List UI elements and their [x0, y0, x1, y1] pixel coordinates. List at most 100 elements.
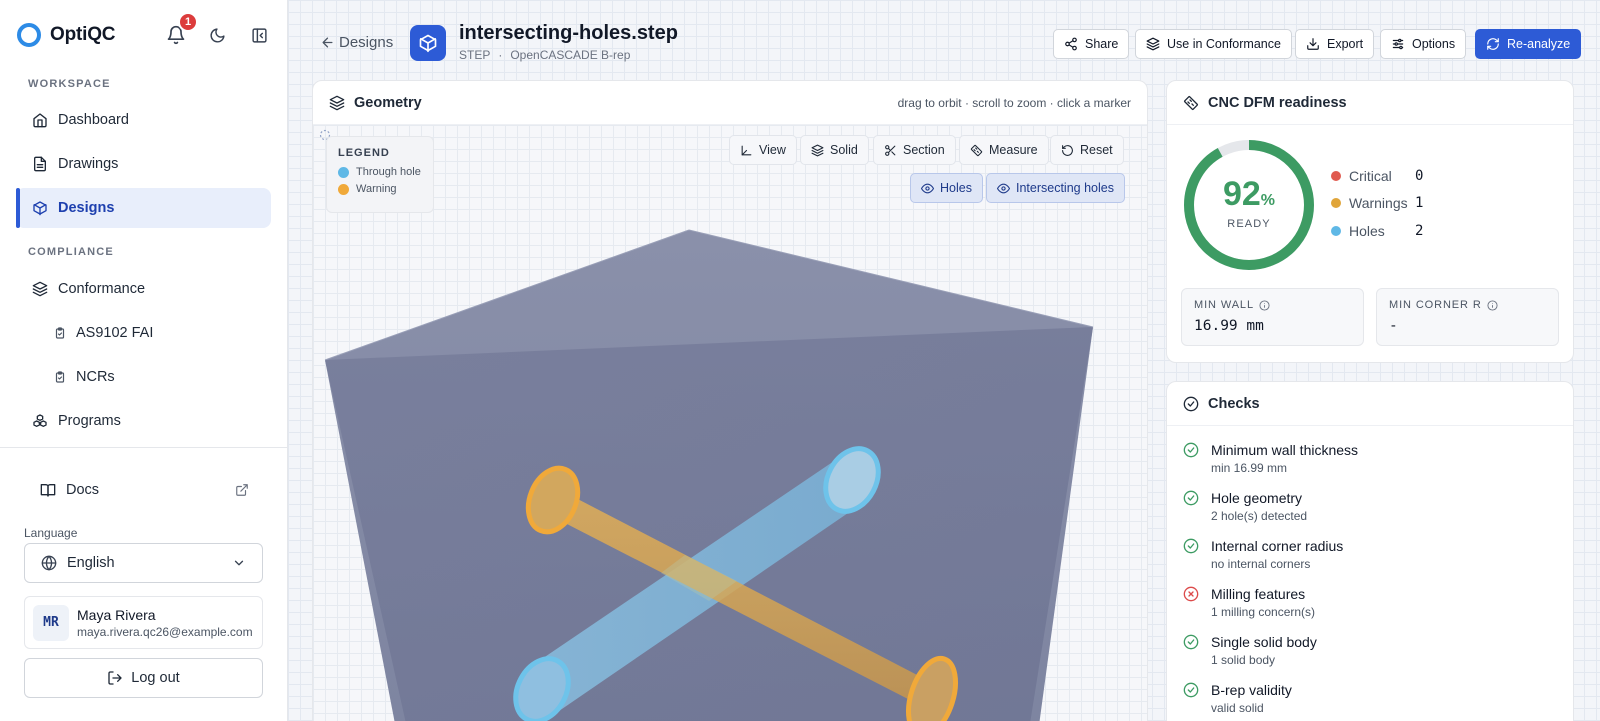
x-circle-icon	[1183, 586, 1199, 619]
3d-model[interactable]	[313, 215, 1148, 721]
share-icon	[1064, 37, 1078, 51]
check-detail: min 16.99 mm	[1211, 461, 1288, 475]
legend-item-through-hole: Through hole	[338, 166, 422, 178]
check-item[interactable]: Minimum wall thickness min 16.99 mm	[1183, 442, 1358, 475]
geometry-panel-header: Geometry drag to orbit · scroll to zoom …	[313, 81, 1147, 125]
logo-icon	[16, 22, 42, 48]
refresh-icon	[1486, 37, 1500, 51]
check-detail: 1 solid body	[1211, 653, 1276, 667]
legend-title: LEGEND	[338, 147, 390, 159]
sidebar-item-label: Programs	[58, 413, 121, 429]
stat-label: Critical	[1349, 168, 1392, 184]
home-icon	[32, 112, 48, 128]
logout-button[interactable]: Log out	[24, 658, 263, 698]
measure-label: Measure	[989, 143, 1038, 157]
globe-icon	[41, 555, 57, 571]
sidebar-item-label: NCRs	[76, 369, 115, 385]
view-button[interactable]: View	[729, 135, 797, 165]
reset-icon	[1061, 144, 1074, 157]
reanalyze-button[interactable]: Re-analyze	[1475, 29, 1582, 59]
sidebar-item-label: Designs	[58, 200, 115, 216]
check-circle-icon	[1183, 634, 1199, 667]
check-item[interactable]: Milling features 1 milling concern(s)	[1183, 586, 1315, 619]
check-text: Minimum wall thickness min 16.99 mm	[1211, 442, 1358, 475]
stat-critical: Critical 0	[1331, 168, 1423, 184]
stat-label: Holes	[1349, 223, 1385, 239]
legend: LEGEND Through hole Warning	[326, 136, 434, 213]
min-wall-metric: MIN WALL 16.99 mm	[1181, 288, 1364, 346]
intersecting-holes-toggle[interactable]: Intersecting holes	[986, 173, 1125, 203]
sidebar-item-dashboard[interactable]: Dashboard	[16, 100, 271, 140]
view-label: View	[759, 143, 786, 157]
theme-toggle-button[interactable]	[203, 21, 231, 49]
info-icon[interactable]	[1487, 299, 1498, 311]
share-button[interactable]: Share	[1053, 29, 1130, 59]
metric-label: MIN CORNER R	[1389, 299, 1546, 311]
cube-icon	[418, 33, 438, 53]
docs-label: Docs	[66, 482, 100, 498]
clipboard-icon	[54, 371, 66, 383]
3d-viewport[interactable]: LEGEND Through hole Warning View Solid S…	[313, 125, 1148, 721]
min-wall-value: 16.99 mm	[1194, 318, 1264, 334]
check-text: B-rep validity valid solid	[1211, 682, 1292, 715]
check-item[interactable]: B-rep validity valid solid	[1183, 682, 1292, 715]
holes-toggle-label: Holes	[940, 181, 972, 195]
options-button[interactable]: Options	[1380, 29, 1467, 59]
external-link-icon	[235, 483, 249, 497]
info-icon[interactable]	[1259, 299, 1270, 311]
scissors-icon	[884, 144, 897, 157]
use-in-conformance-label: Use in Conformance	[1167, 37, 1281, 51]
check-title: Minimum wall thickness	[1211, 442, 1359, 458]
block-front-face	[325, 327, 1093, 721]
sidebar-item-ncrs[interactable]: NCRs	[16, 357, 271, 397]
geometry-title: Geometry	[354, 94, 422, 111]
solid-button[interactable]: Solid	[800, 135, 869, 165]
readiness-score: 92%	[1181, 175, 1317, 214]
score-unit: %	[1260, 192, 1276, 209]
check-text: Milling features 1 milling concern(s)	[1211, 586, 1315, 619]
dfm-readiness-panel: CNC DFM readiness 92% READY Critical 0 W…	[1166, 80, 1574, 363]
language-select[interactable]: English	[24, 543, 263, 583]
docs-link[interactable]: Docs	[24, 470, 263, 510]
collapse-sidebar-button[interactable]	[245, 21, 273, 49]
avatar: MR	[33, 604, 69, 641]
sidebar-item-programs[interactable]: Programs	[16, 401, 271, 441]
check-title: Hole geometry	[1211, 490, 1303, 506]
min-corner-value: -	[1389, 318, 1398, 334]
measure-button[interactable]: Measure	[959, 135, 1049, 165]
check-item[interactable]: Single solid body 1 solid body	[1183, 634, 1317, 667]
check-detail: no internal corners	[1211, 557, 1311, 571]
readiness-gauge: 92% READY	[1181, 137, 1317, 273]
language-label: Language	[24, 526, 78, 540]
min-wall-label: MIN WALL	[1194, 299, 1254, 311]
ruler-icon	[1183, 95, 1199, 111]
section-label-compliance: COMPLIANCE	[28, 246, 114, 258]
check-item[interactable]: Hole geometry 2 hole(s) detected	[1183, 490, 1307, 523]
export-button[interactable]: Export	[1295, 29, 1375, 59]
sidebar-collapse-icon	[251, 27, 268, 44]
ruler-icon	[970, 144, 983, 157]
check-detail: 2 hole(s) detected	[1211, 509, 1308, 523]
sidebar-item-as9102-fai[interactable]: AS9102 FAI	[16, 313, 271, 353]
sliders-icon	[1391, 37, 1405, 51]
geometry-panel: Geometry drag to orbit · scroll to zoom …	[312, 80, 1148, 721]
sidebar-item-designs[interactable]: Designs	[16, 188, 271, 228]
book-icon	[40, 482, 56, 498]
logout-label: Log out	[131, 670, 180, 686]
holes-toggle[interactable]: Holes	[910, 173, 983, 203]
brand[interactable]: OptiQC	[16, 22, 115, 48]
use-in-conformance-button[interactable]: Use in Conformance	[1135, 29, 1292, 59]
reset-button[interactable]: Reset	[1050, 135, 1124, 165]
meta-separator: ·	[498, 48, 503, 62]
section-button[interactable]: Section	[873, 135, 956, 165]
user-card[interactable]: MR Maya Rivera maya.rivera.qc26@example.…	[24, 596, 263, 649]
sidebar-item-conformance[interactable]: Conformance	[16, 269, 271, 309]
check-item[interactable]: Internal corner radius no internal corner…	[1183, 538, 1343, 571]
stat-label: Warnings	[1349, 195, 1408, 211]
stat-holes: Holes 2	[1331, 223, 1423, 239]
sidebar-item-drawings[interactable]: Drawings	[16, 144, 271, 184]
notification-badge: 1	[178, 12, 198, 32]
back-to-designs-link[interactable]: Designs	[320, 34, 393, 51]
check-title: B-rep validity	[1211, 682, 1292, 698]
metric-label: MIN WALL	[1194, 299, 1351, 311]
